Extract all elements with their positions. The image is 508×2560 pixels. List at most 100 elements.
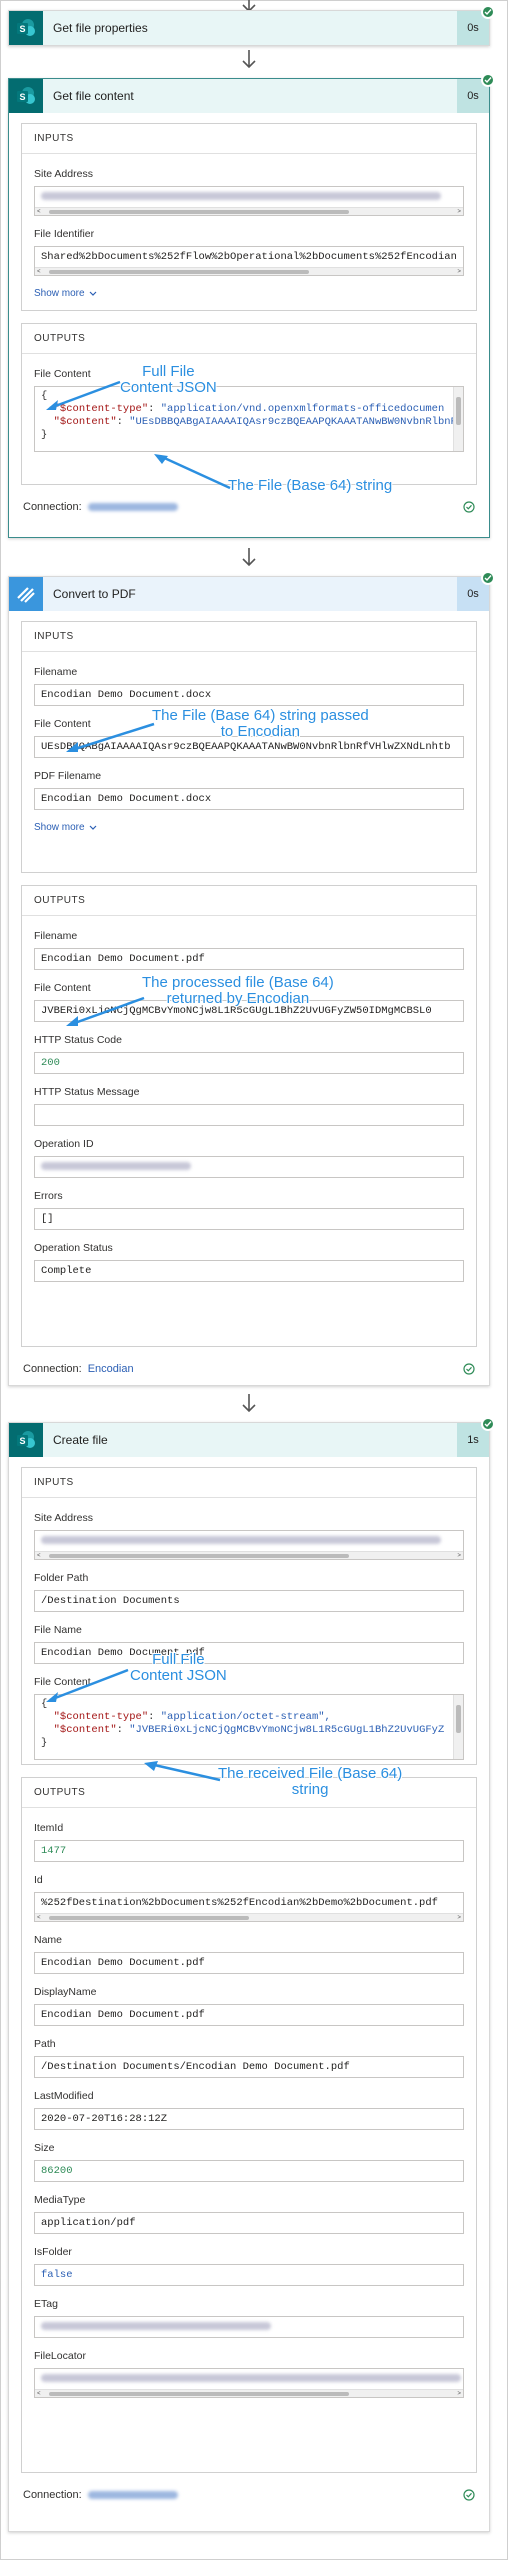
connection-ok-icon: [463, 2489, 475, 2501]
annotation-text: Content JSON: [130, 1667, 227, 1684]
field-label: Errors: [34, 1190, 63, 1202]
site-address-field[interactable]: < >: [34, 1530, 464, 1560]
inputs-section: INPUTS Site Address < > Folder Path /Dest…: [21, 1467, 477, 1765]
annotation-text: The processed file (Base 64): [142, 974, 334, 991]
field-label: Folder Path: [34, 1572, 89, 1584]
field-label: Path: [34, 2038, 56, 2050]
vertical-scrollbar[interactable]: [453, 1695, 463, 1759]
displayname-field[interactable]: Encodian Demo Document.pdf: [34, 2004, 464, 2026]
folder-path-field[interactable]: /Destination Documents: [34, 1590, 464, 1612]
name-field[interactable]: Encodian Demo Document.pdf: [34, 1952, 464, 1974]
svg-text:S: S: [19, 1436, 25, 1446]
step-get-file-content[interactable]: S Get file content 0s INPUTS Site Addres…: [8, 72, 495, 538]
connector-arrow: [238, 50, 260, 72]
duration-text: 0s: [467, 89, 479, 102]
connection-link[interactable]: [87, 2491, 178, 2500]
json-line: "$content": "UEsDBBQABgAIAAAAIQAsr9czBQE…: [53, 416, 457, 428]
section-title: INPUTS: [22, 124, 476, 154]
field-label: IsFolder: [34, 2246, 72, 2258]
step-title: Convert to PDF: [43, 576, 457, 611]
step-title: Get file properties: [43, 11, 457, 45]
field-label: Operation ID: [34, 1138, 94, 1150]
connection-label: Connection:: [23, 501, 82, 513]
file-content-json[interactable]: { "$content-type": "application/octet-st…: [34, 1694, 464, 1760]
horizontal-scrollbar[interactable]: < >: [35, 1551, 463, 1559]
size-field[interactable]: 86200: [34, 2160, 464, 2182]
success-check-icon: [481, 72, 495, 87]
horizontal-scrollbar[interactable]: < >: [35, 267, 463, 275]
connection-link[interactable]: [87, 503, 178, 512]
annotation-text: string: [291, 1781, 329, 1798]
inputs-section: INPUTS Filename Encodian Demo Document.d…: [21, 621, 477, 873]
redacted-value: [41, 2374, 461, 2383]
duration-text: 1s: [467, 1433, 479, 1446]
connection-ok-icon: [463, 1363, 475, 1375]
etag-field[interactable]: [34, 2316, 464, 2338]
operation-id-field[interactable]: [34, 1156, 464, 1178]
show-more-link[interactable]: Show more: [34, 822, 97, 833]
http-status-message-field[interactable]: [34, 1104, 464, 1126]
step-duration: 0s: [457, 5, 495, 45]
itemid-field[interactable]: 1477: [34, 1840, 464, 1862]
outputs-section: OUTPUTS File Content { "$content-type": …: [21, 323, 477, 485]
pdf-filename-field[interactable]: Encodian Demo Document.docx: [34, 788, 464, 810]
field-label: Filename: [34, 666, 78, 678]
field-label: File Identifier: [34, 228, 95, 240]
step-get-file-properties[interactable]: S Get file properties 0s: [8, 5, 495, 46]
horizontal-scrollbar[interactable]: < >: [35, 1913, 463, 1921]
file-name-field[interactable]: Encodian Demo Document.pdf: [34, 1642, 464, 1664]
filename-field[interactable]: Encodian Demo Document.docx: [34, 684, 464, 706]
field-label: Filename: [34, 930, 78, 942]
json-value: "application/octet-stream",: [160, 1711, 331, 1723]
json-key: "$content": [53, 416, 117, 428]
connector-arrow: [238, 1394, 260, 1416]
connection-row: Connection: Encodian: [21, 1359, 477, 1377]
section-title: OUTPUTS: [22, 886, 476, 916]
vertical-scrollbar[interactable]: [453, 387, 463, 451]
outputs-section: OUTPUTS ItemId 1477 Id %252fDestination%…: [21, 1777, 477, 2473]
file-identifier-field[interactable]: Shared%2bDocuments%252fFlow%2bOperationa…: [34, 246, 464, 276]
field-label: FileLocator: [34, 2350, 86, 2362]
redacted-value: [41, 1536, 441, 1545]
file-content-json[interactable]: { "$content-type": "application/vnd.open…: [34, 386, 464, 452]
json-key: "$content-type": [53, 403, 149, 415]
horizontal-scrollbar[interactable]: < >: [35, 2389, 463, 2397]
field-label: HTTP Status Code: [34, 1034, 122, 1046]
output-filename-field[interactable]: Encodian Demo Document.pdf: [34, 948, 464, 970]
horizontal-scrollbar[interactable]: < >: [35, 207, 463, 215]
annotation-text: Full File: [142, 363, 195, 380]
annotation-text: to Encodian: [220, 723, 300, 740]
path-field[interactable]: /Destination Documents/Encodian Demo Doc…: [34, 2056, 464, 2078]
json-value: "UEsDBBQABgAIAAAAIQAsr9czBQEAAPQKAAATANw…: [129, 416, 457, 428]
duration-text: 0s: [467, 22, 479, 34]
operation-status-field[interactable]: Complete: [34, 1260, 464, 1282]
json-line: "$content-type": "application/octet-stre…: [53, 1711, 331, 1723]
errors-field[interactable]: []: [34, 1208, 464, 1230]
step-create-file[interactable]: S Create file 1s INPUTS Site Address < > …: [8, 1416, 495, 2532]
step-title: Get file content: [43, 78, 457, 113]
mediatype-field[interactable]: application/pdf: [34, 2212, 464, 2234]
show-more-link[interactable]: Show more: [34, 288, 97, 299]
sharepoint-icon: S: [9, 78, 43, 113]
annotation-text: returned by Encodian: [166, 990, 310, 1007]
lastmodified-field[interactable]: 2020-07-20T16:28:12Z: [34, 2108, 464, 2130]
json-line: "$content-type": "application/vnd.openxm…: [53, 403, 445, 415]
site-address-field[interactable]: < >: [34, 186, 464, 216]
sharepoint-icon: S: [9, 11, 43, 45]
annotation-base64-string: The File (Base 64) string: [228, 478, 392, 494]
annotation-full-file-json: Full File Content JSON: [130, 1652, 227, 1684]
redacted-value: [41, 2322, 271, 2331]
annotation-base64-passed: The File (Base 64) string passed to Enco…: [152, 708, 369, 740]
http-status-code-field[interactable]: 200: [34, 1052, 464, 1074]
id-field[interactable]: %252fDestination%2bDocuments%252fEncodia…: [34, 1892, 464, 1922]
isfolder-field[interactable]: false: [34, 2264, 464, 2286]
connection-label: Connection:: [23, 1363, 82, 1375]
filelocator-field[interactable]: < >: [34, 2368, 464, 2398]
annotation-processed-file: The processed file (Base 64) returned by…: [142, 975, 334, 1007]
field-label: Size: [34, 2142, 55, 2154]
connection-link[interactable]: Encodian: [88, 1363, 134, 1375]
redacted-value: [41, 1162, 191, 1171]
field-label: Name: [34, 1934, 63, 1946]
svg-text:S: S: [19, 24, 25, 34]
json-value: "JVBERi0xLjcNCjQgMCBvYmoNCjw8L1R5cGUgL1B…: [129, 1724, 445, 1736]
